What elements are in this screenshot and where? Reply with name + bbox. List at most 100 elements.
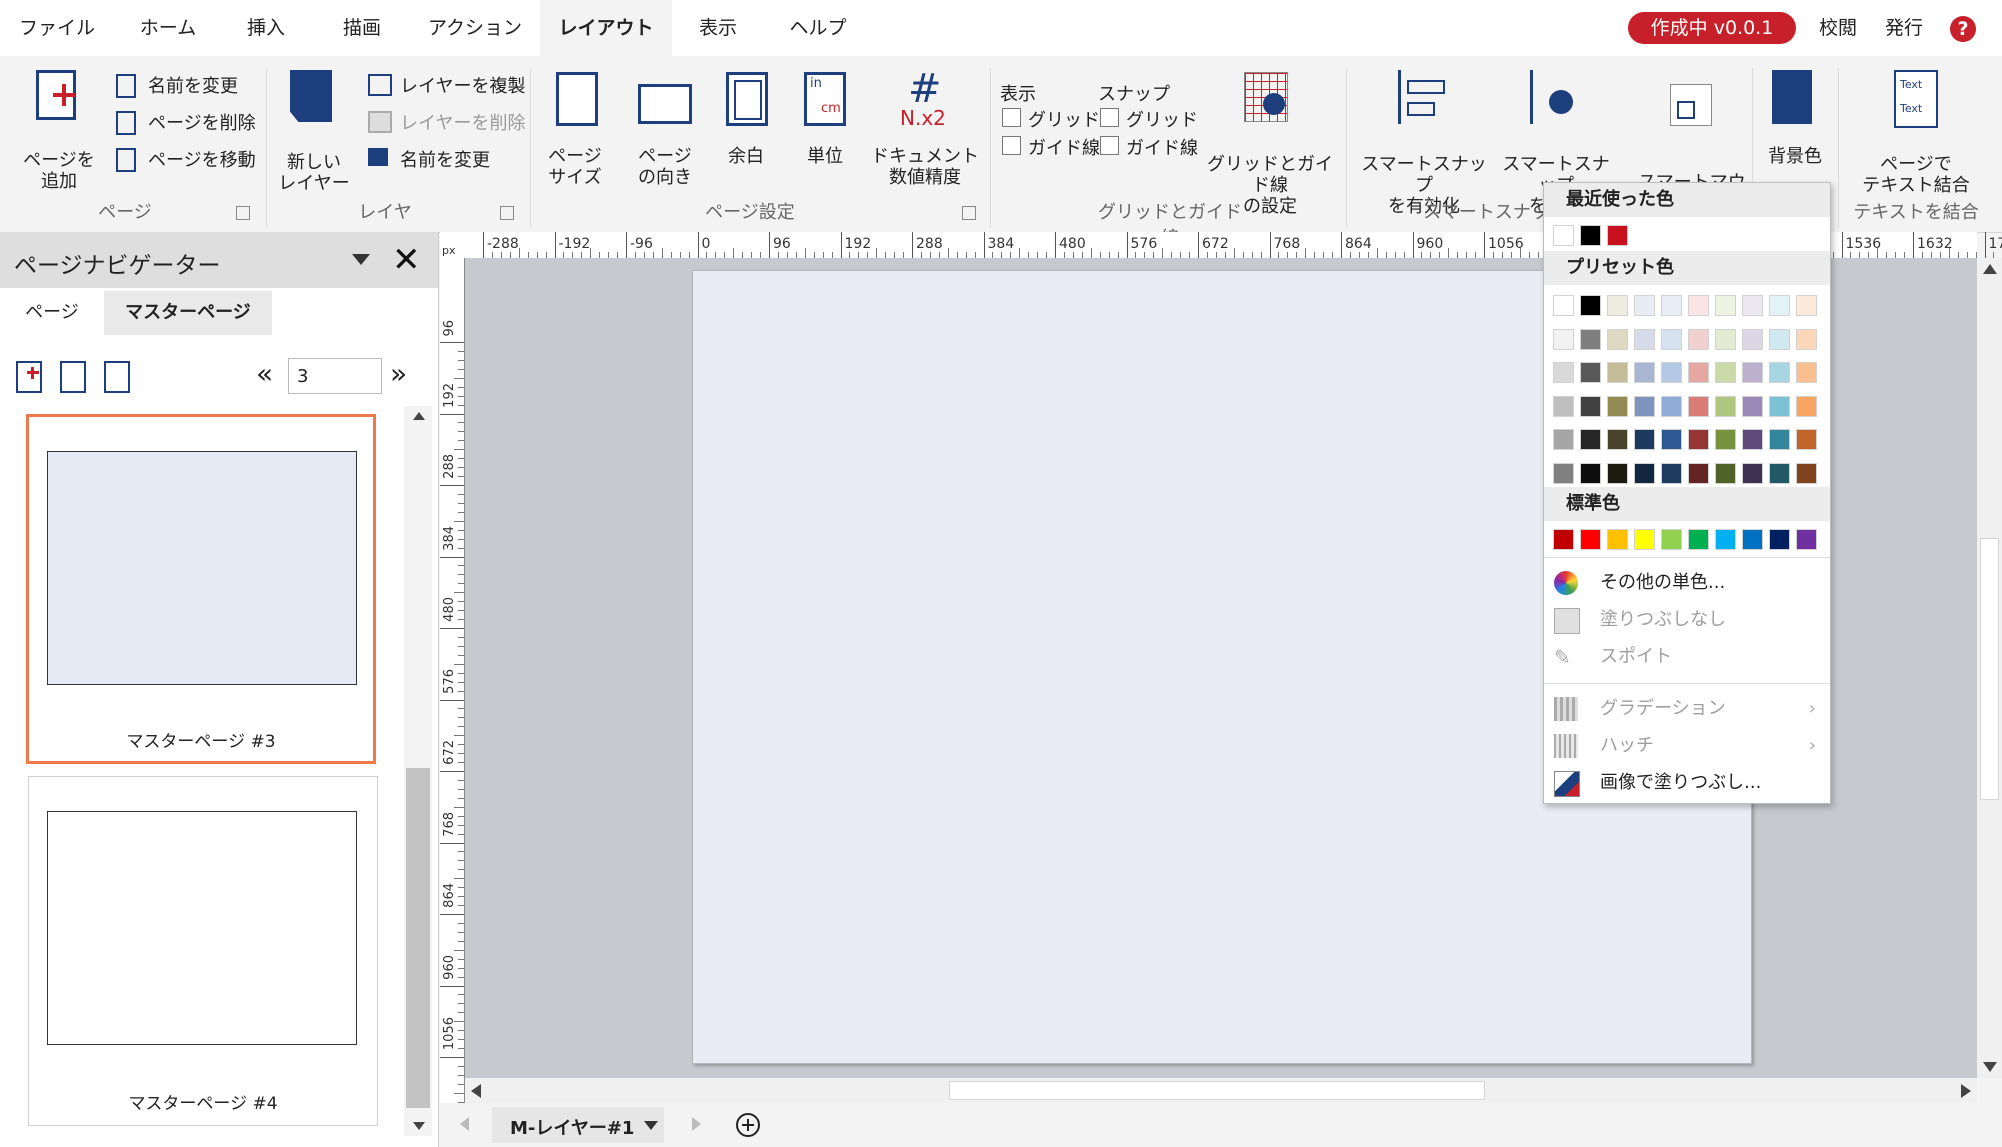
preset-color-swatch[interactable]: [1715, 462, 1736, 484]
standard-color-swatch[interactable]: [1634, 529, 1655, 550]
preset-color-swatch[interactable]: [1715, 429, 1736, 450]
preset-color-swatch[interactable]: [1553, 295, 1574, 316]
horizontal-scrollbar-thumb[interactable]: [949, 1081, 1485, 1100]
preset-color-swatch[interactable]: [1607, 429, 1628, 450]
new-layer-button[interactable]: 新しい レイヤー: [274, 66, 354, 196]
status-badge[interactable]: 作成中 v0.0.1: [1628, 12, 1796, 44]
preset-color-swatch[interactable]: [1742, 429, 1763, 450]
preset-color-swatch[interactable]: [1796, 462, 1817, 484]
preset-color-swatch[interactable]: [1688, 429, 1709, 450]
show-grid-checkbox[interactable]: [1002, 108, 1021, 127]
standard-color-swatch[interactable]: [1715, 529, 1736, 550]
standard-color-swatch[interactable]: [1742, 529, 1763, 550]
standard-color-swatch[interactable]: [1580, 529, 1601, 550]
smartsnap-settings-button[interactable]: スマートスナップ を設定: [1494, 66, 1618, 217]
preset-color-swatch[interactable]: [1661, 295, 1682, 316]
preset-color-swatch[interactable]: [1661, 429, 1682, 450]
preset-color-swatch[interactable]: [1742, 328, 1763, 350]
rename-page-button[interactable]: 名前を変更: [114, 72, 264, 100]
chevron-down-icon[interactable]: [644, 1121, 658, 1130]
tab-publish[interactable]: 発行: [1876, 0, 1932, 56]
no-fill-item[interactable]: 塗りつぶしなし: [1544, 602, 1830, 638]
standard-color-swatch[interactable]: [1661, 529, 1682, 550]
text-join-button[interactable]: Text Text ページで テキスト結合: [1846, 66, 1986, 196]
smartsnap-enable-button[interactable]: スマートスナップ を有効化: [1354, 66, 1494, 217]
preset-color-swatch[interactable]: [1688, 462, 1709, 484]
tab-action[interactable]: アクション: [422, 0, 528, 56]
preset-color-swatch[interactable]: [1742, 395, 1763, 417]
horizontal-scrollbar[interactable]: [465, 1078, 1977, 1103]
preset-color-swatch[interactable]: [1715, 362, 1736, 383]
add-page-button[interactable]: ページを 追加: [14, 66, 104, 192]
preset-color-swatch[interactable]: [1769, 395, 1790, 417]
show-guide-checkbox[interactable]: [1002, 136, 1021, 155]
chevron-down-icon[interactable]: [352, 254, 370, 265]
preset-color-swatch[interactable]: [1661, 362, 1682, 383]
preset-color-swatch[interactable]: [1796, 429, 1817, 450]
tab-view[interactable]: 表示: [680, 0, 756, 56]
preset-color-swatch[interactable]: [1607, 328, 1628, 350]
standard-color-swatch[interactable]: [1769, 529, 1790, 550]
preset-color-swatch[interactable]: [1715, 328, 1736, 350]
preset-color-swatch[interactable]: [1580, 362, 1601, 383]
preset-color-swatch[interactable]: [1769, 328, 1790, 350]
standard-color-swatch[interactable]: [1553, 529, 1574, 550]
navigator-scrollbar-thumb[interactable]: [406, 768, 430, 1108]
smart-mouse-button[interactable]: スマートマウス: [1630, 66, 1754, 214]
tab-pages[interactable]: ページ: [0, 291, 104, 335]
tab-home[interactable]: ホーム: [122, 0, 214, 56]
recent-color-swatch[interactable]: [1553, 225, 1574, 246]
preset-color-swatch[interactable]: [1796, 295, 1817, 316]
preset-color-swatch[interactable]: [1607, 462, 1628, 484]
preset-color-swatch[interactable]: [1634, 462, 1655, 484]
preset-color-swatch[interactable]: [1553, 429, 1574, 450]
preset-color-swatch[interactable]: [1769, 295, 1790, 316]
preset-color-swatch[interactable]: [1688, 295, 1709, 316]
preset-color-swatch[interactable]: [1715, 395, 1736, 417]
help-icon[interactable]: ?: [1950, 16, 1976, 42]
unit-button[interactable]: in cm 単位: [790, 66, 860, 196]
page-size-button[interactable]: ページ サイズ: [540, 66, 610, 196]
preset-color-swatch[interactable]: [1553, 462, 1574, 484]
preset-color-swatch[interactable]: [1634, 362, 1655, 383]
preset-color-swatch[interactable]: [1796, 362, 1817, 383]
standard-color-swatch[interactable]: [1688, 529, 1709, 550]
preset-color-swatch[interactable]: [1769, 462, 1790, 484]
preset-color-swatch[interactable]: [1742, 462, 1763, 484]
preset-color-swatch[interactable]: [1661, 462, 1682, 484]
preset-color-swatch[interactable]: [1580, 295, 1601, 316]
eyedropper-item[interactable]: ✎ スポイト: [1544, 639, 1830, 675]
next-layer-icon[interactable]: [692, 1117, 701, 1131]
preset-color-swatch[interactable]: [1796, 395, 1817, 417]
vertical-scrollbar[interactable]: [1977, 258, 2002, 1078]
master-page-thumbnail-4[interactable]: マスターページ #4: [28, 776, 378, 1126]
preset-color-swatch[interactable]: [1661, 328, 1682, 350]
orientation-button[interactable]: ページ の向き: [620, 66, 710, 196]
preset-color-swatch[interactable]: [1634, 429, 1655, 450]
page-number-input[interactable]: 3: [288, 358, 382, 394]
more-colors-item[interactable]: その他の単色...: [1544, 565, 1830, 601]
preset-color-swatch[interactable]: [1553, 362, 1574, 383]
preset-color-swatch[interactable]: [1742, 362, 1763, 383]
hatch-item[interactable]: ハッチ ›: [1544, 728, 1830, 764]
move-page-button[interactable]: ページを移動: [114, 146, 264, 174]
delete-layer-button[interactable]: レイヤーを削除: [366, 109, 536, 137]
preset-color-swatch[interactable]: [1661, 395, 1682, 417]
grid-settings-button[interactable]: グリッドとガイド線 の設定: [1200, 66, 1340, 217]
previous-layer-icon[interactable]: [460, 1117, 469, 1131]
navigator-scrollbar[interactable]: [404, 406, 432, 1136]
add-layer-icon[interactable]: [736, 1113, 760, 1137]
layer-group-launcher[interactable]: [500, 206, 514, 220]
preset-color-swatch[interactable]: [1553, 328, 1574, 350]
gradient-item[interactable]: グラデーション ›: [1544, 691, 1830, 727]
standard-color-swatch[interactable]: [1796, 529, 1817, 550]
page-group-launcher[interactable]: [236, 206, 250, 220]
layer-tab[interactable]: M-レイヤー#1: [492, 1107, 664, 1143]
first-page-icon[interactable]: «: [256, 358, 273, 390]
page-setup-launcher[interactable]: [962, 206, 976, 220]
recent-color-swatch[interactable]: [1580, 225, 1601, 246]
preset-color-swatch[interactable]: [1769, 362, 1790, 383]
preset-color-swatch[interactable]: [1580, 462, 1601, 484]
preset-color-swatch[interactable]: [1607, 362, 1628, 383]
tab-file[interactable]: ファイル: [14, 0, 100, 56]
